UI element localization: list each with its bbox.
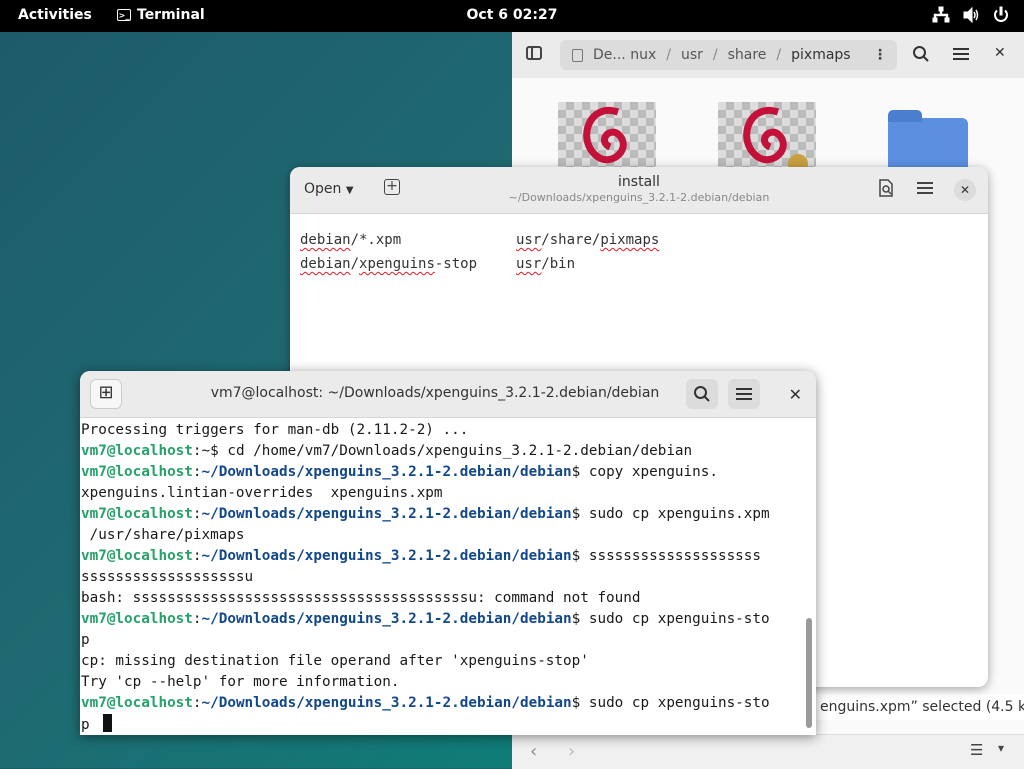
scrollbar[interactable] bbox=[806, 618, 812, 728]
editor-header: Open ▼ + install ~/Downloads/xpenguins_3… bbox=[290, 167, 988, 214]
search-icon[interactable] bbox=[912, 45, 930, 67]
app-name: Terminal bbox=[137, 7, 205, 23]
app-menu[interactable]: >_ Terminal bbox=[117, 7, 205, 23]
back-icon[interactable]: ‹ bbox=[530, 741, 537, 762]
search-button[interactable] bbox=[686, 379, 718, 409]
terminal-output[interactable]: Processing triggers for man-db (2.11.2-2… bbox=[80, 418, 802, 735]
editor-text-area[interactable]: debian/*.xpm usr/share/pixmaps debian/xp… bbox=[290, 214, 988, 290]
forward-icon[interactable]: › bbox=[568, 741, 575, 762]
prompt-user: vm7@localhost bbox=[81, 443, 193, 459]
close-icon[interactable]: ✕ bbox=[954, 179, 976, 201]
view-options-icon[interactable]: ▾ bbox=[998, 741, 1004, 755]
text-line: debian/xpenguins-stop usr/bin bbox=[300, 256, 576, 272]
sidebar-toggle-icon[interactable] bbox=[526, 46, 542, 60]
activities-button[interactable]: Activities bbox=[18, 7, 92, 23]
menu-icon[interactable] bbox=[952, 45, 970, 67]
text-cursor bbox=[102, 714, 112, 732]
text-line: debian/*.xpm usr/share/pixmaps bbox=[300, 232, 660, 248]
new-tab-button[interactable]: ⊞ bbox=[90, 379, 122, 409]
document-properties-icon[interactable] bbox=[878, 179, 894, 201]
menu-icon[interactable] bbox=[916, 179, 934, 201]
power-icon bbox=[994, 6, 1008, 22]
breadcrumb-pixmaps[interactable]: pixmaps bbox=[781, 47, 860, 63]
breadcrumb-usr[interactable]: usr bbox=[671, 47, 713, 63]
more-icon[interactable]: ⋮ bbox=[873, 47, 887, 63]
terminal-icon: >_ bbox=[117, 9, 131, 21]
breadcrumb-root[interactable]: De... nux bbox=[583, 47, 666, 63]
terminal-window: ⊞ vm7@localhost: ~/Downloads/xpenguins_3… bbox=[80, 371, 816, 735]
file-manager-bottom-bar: ‹ › ☰ ▾ bbox=[512, 734, 1024, 769]
selection-status: enguins.xpm” selected (4.5 kB) bbox=[812, 694, 1024, 720]
menu-button[interactable] bbox=[728, 379, 760, 409]
search-icon bbox=[694, 386, 710, 402]
close-icon[interactable]: ✕ bbox=[994, 45, 1006, 61]
breadcrumb[interactable]: De... nux / usr / share / pixmaps ⋮ bbox=[560, 40, 897, 70]
file-thumbnail[interactable] bbox=[718, 102, 816, 174]
terminal-header: ⊞ vm7@localhost: ~/Downloads/xpenguins_3… bbox=[80, 371, 816, 418]
file-manager-header: De... nux / usr / share / pixmaps ⋮ ✕ bbox=[512, 32, 1024, 78]
volume-icon bbox=[963, 6, 979, 24]
folder-icon[interactable] bbox=[888, 110, 968, 174]
list-view-icon[interactable]: ☰ bbox=[970, 741, 983, 759]
menu-icon bbox=[736, 388, 752, 400]
terminal-title: vm7@localhost: ~/Downloads/xpenguins_3.2… bbox=[210, 385, 660, 401]
breadcrumb-share[interactable]: share bbox=[718, 47, 777, 63]
network-icon bbox=[932, 6, 950, 23]
terminal-line: Processing triggers for man-db (2.11.2-2… bbox=[81, 422, 469, 438]
drive-icon bbox=[572, 48, 583, 62]
file-thumbnail[interactable] bbox=[558, 102, 656, 172]
system-tray[interactable] bbox=[932, 6, 1010, 24]
close-icon[interactable]: ✕ bbox=[789, 385, 802, 404]
top-bar: Activities >_ Terminal Oct 6 02:27 bbox=[0, 0, 1024, 32]
